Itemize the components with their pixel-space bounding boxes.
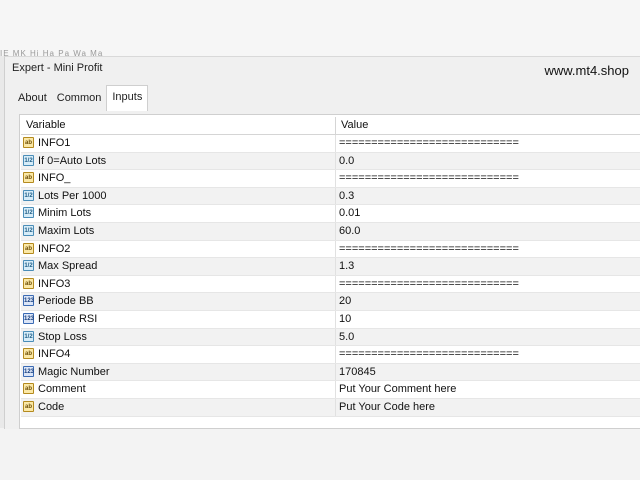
variable-value[interactable]: 0.01: [339, 207, 360, 219]
cell-divider: [335, 240, 336, 258]
variable-name: Comment: [38, 383, 86, 396]
variable-name: Lots Per 1000: [38, 189, 107, 202]
variable-value[interactable]: ============================: [339, 172, 519, 184]
variable-name: Magic Number: [38, 365, 110, 378]
variable-value[interactable]: ============================: [339, 243, 519, 255]
double-type-icon: 1/2: [23, 224, 34, 236]
table-row[interactable]: 1/2 Maxim Lots 60.0: [21, 222, 640, 241]
variable-value[interactable]: 5.0: [339, 331, 354, 343]
table-row[interactable]: ab Code Put Your Code here: [21, 398, 640, 417]
variable-name: Stop Loss: [38, 330, 87, 343]
table-row[interactable]: ab INFO4 ============================: [21, 346, 640, 364]
cell-divider: [335, 275, 336, 293]
variable-value[interactable]: ============================: [339, 348, 519, 360]
table-row[interactable]: ab INFO3 ============================: [21, 275, 640, 294]
column-header-variable[interactable]: Variable: [26, 119, 66, 131]
cell-divider: [335, 328, 336, 346]
variable-value[interactable]: Put Your Comment here: [339, 383, 456, 395]
tab-common[interactable]: Common: [52, 87, 107, 109]
cell-divider: [335, 205, 336, 222]
variable-name: If 0=Auto Lots: [38, 154, 107, 167]
variable-value[interactable]: Put Your Code here: [339, 401, 435, 413]
table-row[interactable]: 1/2 Lots Per 1000 0.3: [21, 187, 640, 206]
background-window-strip: IE MK Hi Ha Pa Wa Ma: [0, 0, 640, 58]
integer-type-icon: 123: [23, 312, 34, 324]
variable-value[interactable]: ============================: [339, 137, 519, 149]
variable-value[interactable]: 170845: [339, 366, 376, 378]
cell-divider: [335, 258, 336, 275]
table-row[interactable]: 1/2 If 0=Auto Lots 0.0: [21, 152, 640, 171]
table-row[interactable]: 123 Periode RSI 10: [21, 310, 640, 329]
cell-divider: [335, 363, 336, 381]
variable-value[interactable]: 60.0: [339, 225, 360, 237]
cell-divider: [335, 381, 336, 398]
string-type-icon: ab: [23, 400, 34, 412]
tab-about[interactable]: About: [13, 87, 52, 109]
variable-name: Periode BB: [38, 295, 94, 308]
variable-value[interactable]: ============================: [339, 278, 519, 290]
string-type-icon: ab: [23, 277, 34, 289]
cell-divider: [335, 398, 336, 416]
tab-inputs[interactable]: Inputs: [106, 85, 149, 111]
string-type-icon: ab: [23, 348, 34, 360]
variable-value[interactable]: 1.3: [339, 260, 354, 272]
table-row[interactable]: 123 Magic Number 170845: [21, 363, 640, 382]
double-type-icon: 1/2: [23, 189, 34, 201]
column-header-value[interactable]: Value: [341, 119, 368, 131]
variable-name: Maxim Lots: [38, 224, 95, 237]
double-type-icon: 1/2: [23, 260, 34, 272]
variable-value[interactable]: 0.3: [339, 190, 354, 202]
grid-rows: ab INFO1 ============================ 1/2 If…: [21, 135, 640, 417]
integer-type-icon: 123: [23, 295, 34, 307]
cell-divider: [335, 152, 336, 170]
table-row[interactable]: ab INFO1 ============================: [21, 135, 640, 153]
cell-divider: [335, 346, 336, 363]
table-row[interactable]: 1/2 Stop Loss 5.0: [21, 328, 640, 347]
variable-name: Minim Lots: [38, 207, 92, 220]
variable-name: Periode RSI: [38, 312, 98, 325]
cell-divider: [335, 135, 336, 152]
string-type-icon: ab: [23, 172, 34, 184]
dialog-title: Expert - Mini Profit: [12, 62, 103, 74]
inputs-panel: Variable Value ab INFO1 ==================…: [19, 114, 640, 429]
expert-properties-dialog: Expert - Mini Profit www.mt4.shop About …: [4, 56, 640, 429]
table-row[interactable]: ab Comment Put Your Comment here: [21, 381, 640, 399]
double-type-icon: 1/2: [23, 207, 34, 219]
variable-name: Max Spread: [38, 260, 98, 273]
cell-divider: [335, 170, 336, 187]
variable-name: INFO2: [38, 242, 71, 255]
tab-bar: About Common Inputs: [13, 85, 149, 111]
cell-divider: [335, 222, 336, 240]
grid-header: Variable Value: [21, 117, 640, 135]
double-type-icon: 1/2: [23, 330, 34, 342]
variable-name: INFO3: [38, 277, 71, 290]
watermark: www.mt4.shop: [544, 63, 629, 78]
table-row[interactable]: ab INFO_ ============================: [21, 170, 640, 188]
string-type-icon: ab: [23, 137, 34, 148]
string-type-icon: ab: [23, 383, 34, 395]
variable-name: INFO1: [38, 137, 71, 149]
variable-value[interactable]: 0.0: [339, 155, 354, 167]
cell-divider: [335, 310, 336, 328]
inputs-grid: Variable Value ab INFO1 ==================…: [21, 117, 640, 417]
table-row[interactable]: ab INFO2 ============================: [21, 240, 640, 259]
cell-divider: [335, 293, 336, 310]
column-separator[interactable]: [335, 117, 336, 134]
variable-name: Code: [38, 400, 65, 413]
double-type-icon: 1/2: [23, 154, 34, 166]
table-row[interactable]: 123 Periode BB 20: [21, 293, 640, 311]
cell-divider: [335, 187, 336, 205]
table-row[interactable]: 1/2 Max Spread 1.3: [21, 258, 640, 276]
variable-name: INFO4: [38, 348, 71, 361]
variable-value[interactable]: 20: [339, 295, 351, 307]
variable-value[interactable]: 10: [339, 313, 351, 325]
table-row[interactable]: 1/2 Minim Lots 0.01: [21, 205, 640, 223]
variable-name: INFO_: [38, 172, 71, 185]
string-type-icon: ab: [23, 242, 34, 254]
integer-type-icon: 123: [23, 365, 34, 377]
